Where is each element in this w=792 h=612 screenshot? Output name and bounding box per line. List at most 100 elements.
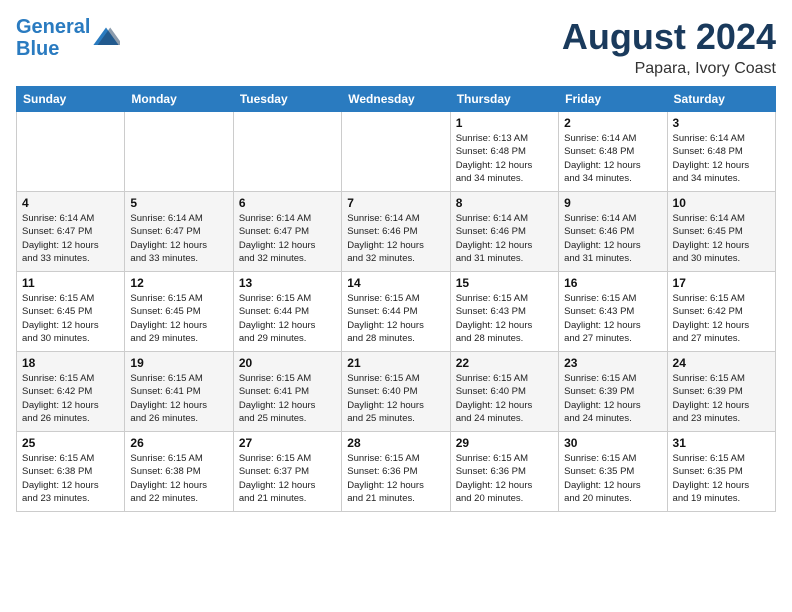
day-info: Sunrise: 6:15 AM Sunset: 6:35 PM Dayligh… <box>564 452 661 505</box>
calendar-cell: 12 Sunrise: 6:15 AM Sunset: 6:45 PM Dayli… <box>125 272 233 352</box>
day-number: 6 <box>239 196 336 210</box>
day-number: 22 <box>456 356 553 370</box>
calendar-cell: 4 Sunrise: 6:14 AM Sunset: 6:47 PM Daylig… <box>17 192 125 272</box>
day-info: Sunrise: 6:15 AM Sunset: 6:37 PM Dayligh… <box>239 452 336 505</box>
calendar-cell: 27 Sunrise: 6:15 AM Sunset: 6:37 PM Dayli… <box>233 432 341 512</box>
day-info: Sunrise: 6:15 AM Sunset: 6:39 PM Dayligh… <box>673 372 770 425</box>
calendar-cell: 19 Sunrise: 6:15 AM Sunset: 6:41 PM Dayli… <box>125 352 233 432</box>
day-number: 3 <box>673 116 770 130</box>
calendar-cell: 22 Sunrise: 6:15 AM Sunset: 6:40 PM Dayli… <box>450 352 558 432</box>
calendar-cell: 10 Sunrise: 6:14 AM Sunset: 6:45 PM Dayli… <box>667 192 775 272</box>
calendar-subtitle: Papara, Ivory Coast <box>562 60 776 78</box>
logo: GeneralBlue <box>16 16 120 60</box>
calendar-cell <box>125 112 233 192</box>
calendar-cell: 18 Sunrise: 6:15 AM Sunset: 6:42 PM Dayli… <box>17 352 125 432</box>
day-number: 11 <box>22 276 119 290</box>
day-header-saturday: Saturday <box>667 87 775 112</box>
day-info: Sunrise: 6:15 AM Sunset: 6:38 PM Dayligh… <box>130 452 227 505</box>
day-info: Sunrise: 6:14 AM Sunset: 6:45 PM Dayligh… <box>673 212 770 265</box>
day-info: Sunrise: 6:15 AM Sunset: 6:41 PM Dayligh… <box>130 372 227 425</box>
calendar-cell: 25Sunrise: 6:15 AM Sunset: 6:38 PM Dayli… <box>17 432 125 512</box>
day-number: 7 <box>347 196 444 210</box>
day-number: 13 <box>239 276 336 290</box>
day-number: 18 <box>22 356 119 370</box>
day-info: Sunrise: 6:14 AM Sunset: 6:47 PM Dayligh… <box>22 212 119 265</box>
day-number: 19 <box>130 356 227 370</box>
day-number: 28 <box>347 436 444 450</box>
day-info: Sunrise: 6:15 AM Sunset: 6:42 PM Dayligh… <box>22 372 119 425</box>
day-info: Sunrise: 6:15 AM Sunset: 6:45 PM Dayligh… <box>130 292 227 345</box>
day-info: Sunrise: 6:14 AM Sunset: 6:46 PM Dayligh… <box>564 212 661 265</box>
calendar-cell: 5Sunrise: 6:14 AM Sunset: 6:47 PM Daylig… <box>125 192 233 272</box>
calendar-cell <box>17 112 125 192</box>
day-number: 29 <box>456 436 553 450</box>
title-block: August 2024 Papara, Ivory Coast <box>562 16 776 78</box>
calendar-cell: 13 Sunrise: 6:15 AM Sunset: 6:44 PM Dayli… <box>233 272 341 352</box>
calendar-cell: 1 Sunrise: 6:13 AM Sunset: 6:48 PM Daylig… <box>450 112 558 192</box>
day-number: 21 <box>347 356 444 370</box>
day-header-friday: Friday <box>559 87 667 112</box>
calendar-cell: 11 Sunrise: 6:15 AM Sunset: 6:45 PM Dayli… <box>17 272 125 352</box>
day-number: 2 <box>564 116 661 130</box>
day-info: Sunrise: 6:13 AM Sunset: 6:48 PM Dayligh… <box>456 132 553 185</box>
day-header-wednesday: Wednesday <box>342 87 450 112</box>
day-number: 31 <box>673 436 770 450</box>
calendar-week-4: 18 Sunrise: 6:15 AM Sunset: 6:42 PM Dayli… <box>17 352 776 432</box>
calendar-cell: 21 Sunrise: 6:15 AM Sunset: 6:40 PM Dayli… <box>342 352 450 432</box>
calendar-cell: 31 Sunrise: 6:15 AM Sunset: 6:35 PM Dayli… <box>667 432 775 512</box>
calendar-cell: 9 Sunrise: 6:14 AM Sunset: 6:46 PM Daylig… <box>559 192 667 272</box>
calendar-week-5: 25 Sunrise: 6:15 AM Sunset: 6:38 PM Dayli… <box>17 432 776 512</box>
calendar-title: August 2024 <box>562 16 776 58</box>
day-info: Sunrise: 6:15 AM Sunset: 6:45 PM Dayligh… <box>22 292 119 345</box>
day-info: Sunrise: 6:14 AM Sunset: 6:48 PM Dayligh… <box>564 132 661 185</box>
day-number: 9 <box>564 196 661 210</box>
calendar-cell <box>233 112 341 192</box>
day-info: Sunrise: 6:15 AM Sunset: 6:36 PM Dayligh… <box>456 452 553 505</box>
day-number: 4 <box>22 196 119 210</box>
calendar-cell: 28Sunrise: 6:15 AM Sunset: 6:36 PM Dayli… <box>342 432 450 512</box>
calendar-cell: 8 Sunrise: 6:14 AM Sunset: 6:46 PM Daylig… <box>450 192 558 272</box>
day-info: Sunrise: 6:15 AM Sunset: 6:43 PM Dayligh… <box>564 292 661 345</box>
calendar-header-row: SundayMondayTuesdayWednesdayThursdayFrid… <box>17 87 776 112</box>
day-number: 30 <box>564 436 661 450</box>
calendar-cell: 17Sunrise: 6:15 AM Sunset: 6:42 PM Dayli… <box>667 272 775 352</box>
day-number: 8 <box>456 196 553 210</box>
calendar-cell: 20Sunrise: 6:15 AM Sunset: 6:41 PM Dayli… <box>233 352 341 432</box>
day-number: 16 <box>564 276 661 290</box>
day-number: 12 <box>130 276 227 290</box>
logo-text: GeneralBlue <box>16 16 90 60</box>
day-info: Sunrise: 6:14 AM Sunset: 6:46 PM Dayligh… <box>347 212 444 265</box>
day-number: 10 <box>673 196 770 210</box>
day-info: Sunrise: 6:15 AM Sunset: 6:42 PM Dayligh… <box>673 292 770 345</box>
calendar-table: SundayMondayTuesdayWednesdayThursdayFrid… <box>16 86 776 512</box>
calendar-week-1: 1 Sunrise: 6:13 AM Sunset: 6:48 PM Daylig… <box>17 112 776 192</box>
day-info: Sunrise: 6:14 AM Sunset: 6:47 PM Dayligh… <box>239 212 336 265</box>
calendar-cell: 30 Sunrise: 6:15 AM Sunset: 6:35 PM Dayli… <box>559 432 667 512</box>
day-info: Sunrise: 6:15 AM Sunset: 6:41 PM Dayligh… <box>239 372 336 425</box>
calendar-cell: 6 Sunrise: 6:14 AM Sunset: 6:47 PM Daylig… <box>233 192 341 272</box>
day-number: 24 <box>673 356 770 370</box>
day-number: 27 <box>239 436 336 450</box>
day-info: Sunrise: 6:15 AM Sunset: 6:44 PM Dayligh… <box>347 292 444 345</box>
calendar-cell: 3 Sunrise: 6:14 AM Sunset: 6:48 PM Daylig… <box>667 112 775 192</box>
day-number: 1 <box>456 116 553 130</box>
calendar-cell <box>342 112 450 192</box>
day-header-monday: Monday <box>125 87 233 112</box>
day-info: Sunrise: 6:15 AM Sunset: 6:40 PM Dayligh… <box>347 372 444 425</box>
calendar-cell: 26 Sunrise: 6:15 AM Sunset: 6:38 PM Dayli… <box>125 432 233 512</box>
calendar-cell: 14Sunrise: 6:15 AM Sunset: 6:44 PM Dayli… <box>342 272 450 352</box>
day-info: Sunrise: 6:15 AM Sunset: 6:43 PM Dayligh… <box>456 292 553 345</box>
day-info: Sunrise: 6:14 AM Sunset: 6:48 PM Dayligh… <box>673 132 770 185</box>
day-info: Sunrise: 6:15 AM Sunset: 6:35 PM Dayligh… <box>673 452 770 505</box>
day-info: Sunrise: 6:15 AM Sunset: 6:40 PM Dayligh… <box>456 372 553 425</box>
calendar-week-3: 11 Sunrise: 6:15 AM Sunset: 6:45 PM Dayli… <box>17 272 776 352</box>
day-info: Sunrise: 6:14 AM Sunset: 6:46 PM Dayligh… <box>456 212 553 265</box>
day-number: 26 <box>130 436 227 450</box>
day-number: 23 <box>564 356 661 370</box>
day-number: 15 <box>456 276 553 290</box>
day-number: 25 <box>22 436 119 450</box>
day-info: Sunrise: 6:15 AM Sunset: 6:44 PM Dayligh… <box>239 292 336 345</box>
calendar-cell: 7 Sunrise: 6:14 AM Sunset: 6:46 PM Daylig… <box>342 192 450 272</box>
calendar-cell: 24 Sunrise: 6:15 AM Sunset: 6:39 PM Dayli… <box>667 352 775 432</box>
calendar-cell: 15 Sunrise: 6:15 AM Sunset: 6:43 PM Dayli… <box>450 272 558 352</box>
